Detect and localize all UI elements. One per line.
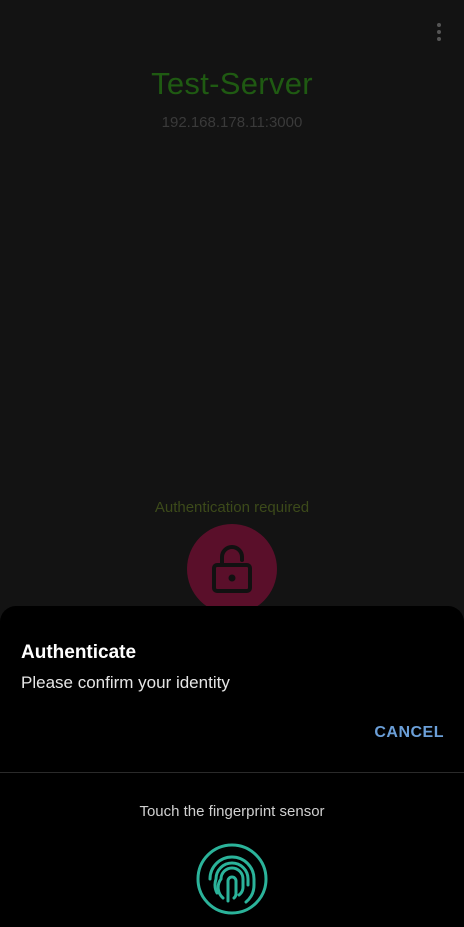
cancel-button[interactable]: CANCEL [374, 724, 444, 742]
fingerprint-hint: Touch the fingerprint sensor [139, 803, 325, 820]
dialog-subtitle: Please confirm your identity [21, 673, 230, 692]
fingerprint-icon[interactable] [196, 843, 268, 915]
dialog-title: Authenticate [21, 642, 137, 663]
authentication-sheet: Authenticate Please confirm your identit… [0, 606, 464, 927]
divider [0, 772, 464, 773]
